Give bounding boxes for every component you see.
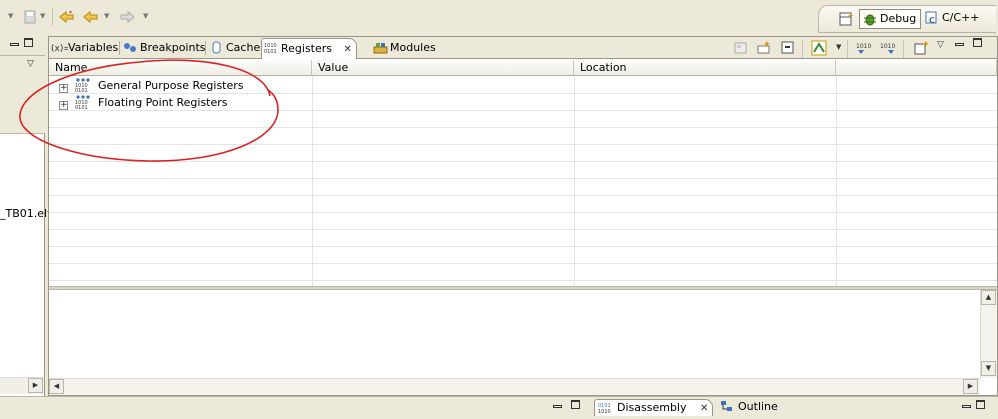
- scroll-up-icon[interactable]: ▲: [981, 290, 996, 305]
- debug-view-panel: ▽ _TB01.elf ▶: [0, 36, 51, 396]
- registers-icon: 1010 0101: [264, 42, 279, 55]
- tab-variables-label: Variables: [68, 41, 119, 54]
- view-menu-icon[interactable]: ▽: [937, 40, 944, 50]
- view-tab-bar: (x)= Variables Breakpoints Cache 1010 010…: [49, 37, 997, 59]
- back-icon[interactable]: [82, 9, 100, 25]
- debug-bug-icon: [863, 12, 877, 26]
- expand-icon[interactable]: +: [59, 84, 68, 93]
- register-group-name: Floating Point Registers: [98, 96, 228, 109]
- maximize-icon[interactable]: [24, 37, 33, 48]
- bottom-view-bar: 0101 1010 Disassembly ✕ Outline: [0, 396, 998, 419]
- breakpoints-icon: [123, 41, 138, 54]
- svg-text:✦: ✦: [763, 40, 771, 50]
- horizontal-scrollbar[interactable]: ◀ ▶: [49, 378, 980, 395]
- left-panel-toolbar: ▽: [0, 56, 45, 134]
- disassembly-icon: 0101 1010: [598, 402, 614, 419]
- minimize-icon[interactable]: [10, 39, 19, 50]
- add-register-group-icon[interactable]: ✦: [756, 40, 772, 56]
- number-format-dropdown-icon[interactable]: ▼: [836, 43, 841, 51]
- open-perspective-icon[interactable]: +: [838, 11, 854, 27]
- svg-text:0101: 0101: [264, 49, 277, 55]
- table-row[interactable]: + 1010 0101 Floating Point Registers: [59, 95, 228, 111]
- tab-breakpoints[interactable]: Breakpoints: [121, 38, 206, 59]
- forward-icon[interactable]: [118, 9, 136, 25]
- expand-icon[interactable]: +: [59, 101, 68, 110]
- tab-outline[interactable]: Outline: [716, 399, 778, 416]
- register-group-name: General Purpose Registers: [98, 79, 244, 92]
- svg-text:C: C: [929, 16, 935, 25]
- minimize-icon[interactable]: [962, 401, 971, 412]
- modules-icon: [373, 41, 388, 54]
- previous-binary-icon[interactable]: 1010: [855, 40, 875, 56]
- svg-text:(x)=: (x)=: [51, 44, 68, 54]
- tab-modules-label: Modules: [390, 41, 436, 54]
- perspective-cpp-label: C/C++: [942, 11, 980, 24]
- tab-breakpoints-label: Breakpoints: [140, 41, 206, 54]
- main-toolbar: ▼ ▼ * ▼ ▼ + Debug C C/C++: [0, 0, 998, 36]
- collapse-all-icon[interactable]: [780, 40, 796, 56]
- column-header-name[interactable]: Name: [49, 60, 312, 76]
- registers-table: Name Value Location + 1010 0101 General P…: [49, 60, 997, 286]
- new-view-icon[interactable]: ✦: [913, 40, 930, 56]
- left-horizontal-scrollbar[interactable]: ▶: [0, 377, 44, 394]
- next-binary-icon[interactable]: 1010: [879, 40, 899, 56]
- registers-view-panel: (x)= Variables Breakpoints Cache 1010 010…: [48, 36, 998, 396]
- maximize-icon[interactable]: [567, 399, 580, 410]
- svg-text:*: *: [69, 10, 72, 17]
- perspective-debug-label: Debug: [880, 12, 917, 25]
- vertical-scrollbar[interactable]: ▲ ▼: [980, 290, 997, 378]
- save-icon[interactable]: [22, 9, 38, 25]
- register-group-icon: 1010 0101: [75, 78, 91, 94]
- number-format-icon[interactable]: [811, 40, 827, 56]
- register-group-icon: 1010 0101: [75, 95, 91, 111]
- svg-text:1010: 1010: [856, 43, 871, 50]
- cpp-perspective-icon: C: [925, 11, 939, 25]
- tab-cache-label: Cache: [226, 41, 261, 54]
- tab-disassembly-label: Disassembly: [617, 401, 687, 414]
- svg-text:0101: 0101: [75, 105, 88, 109]
- dropdown-arrow-icon[interactable]: ▼: [8, 12, 13, 20]
- layout-icon[interactable]: [733, 40, 749, 56]
- scroll-down-icon[interactable]: ▼: [981, 361, 996, 376]
- scroll-left-icon[interactable]: ◀: [49, 379, 64, 394]
- scroll-right-icon[interactable]: ▶: [963, 379, 978, 394]
- forward-dropdown-icon[interactable]: ▼: [143, 12, 148, 20]
- tab-registers[interactable]: 1010 0101 Registers ✕: [261, 38, 357, 59]
- column-header-empty: [836, 60, 997, 76]
- column-header-value[interactable]: Value: [312, 60, 574, 76]
- cache-icon: [209, 41, 224, 54]
- left-panel-header: [0, 36, 45, 56]
- back-dropdown-icon[interactable]: ▼: [104, 12, 109, 20]
- close-icon[interactable]: ✕: [344, 40, 352, 59]
- variables-icon: (x)=: [51, 41, 71, 54]
- scroll-right-icon[interactable]: ▶: [28, 378, 43, 393]
- detail-pane[interactable]: ▲ ▼ ◀ ▶: [49, 290, 997, 395]
- perspective-debug-button[interactable]: Debug: [859, 9, 922, 29]
- svg-text:0101: 0101: [75, 88, 88, 92]
- svg-text:✦: ✦: [922, 40, 929, 50]
- svg-text:+: +: [847, 11, 854, 20]
- save-dropdown-icon[interactable]: ▼: [40, 12, 45, 20]
- tab-outline-label: Outline: [738, 400, 778, 413]
- perspective-cpp-button[interactable]: C C/C++: [922, 9, 984, 29]
- minimize-icon[interactable]: [955, 39, 964, 50]
- column-header-location[interactable]: Location: [574, 60, 836, 76]
- svg-text:1010: 1010: [598, 409, 611, 414]
- debug-tree-item[interactable]: _TB01.elf: [0, 207, 51, 220]
- tab-disassembly[interactable]: 0101 1010 Disassembly ✕: [594, 399, 714, 419]
- table-row[interactable]: + 1010 0101 General Purpose Registers: [59, 78, 244, 94]
- tab-variables[interactable]: (x)= Variables: [49, 38, 118, 59]
- tab-cache[interactable]: Cache: [207, 38, 260, 59]
- minimize-icon[interactable]: [553, 401, 562, 412]
- tab-registers-label: Registers: [281, 42, 333, 55]
- maximize-icon[interactable]: [969, 37, 982, 48]
- svg-text:1010: 1010: [880, 43, 895, 50]
- tab-modules[interactable]: Modules: [371, 38, 436, 59]
- last-edit-location-icon[interactable]: *: [58, 9, 76, 25]
- maximize-icon[interactable]: [976, 399, 985, 410]
- outline-icon: [720, 400, 734, 419]
- view-menu-icon[interactable]: ▽: [27, 59, 34, 69]
